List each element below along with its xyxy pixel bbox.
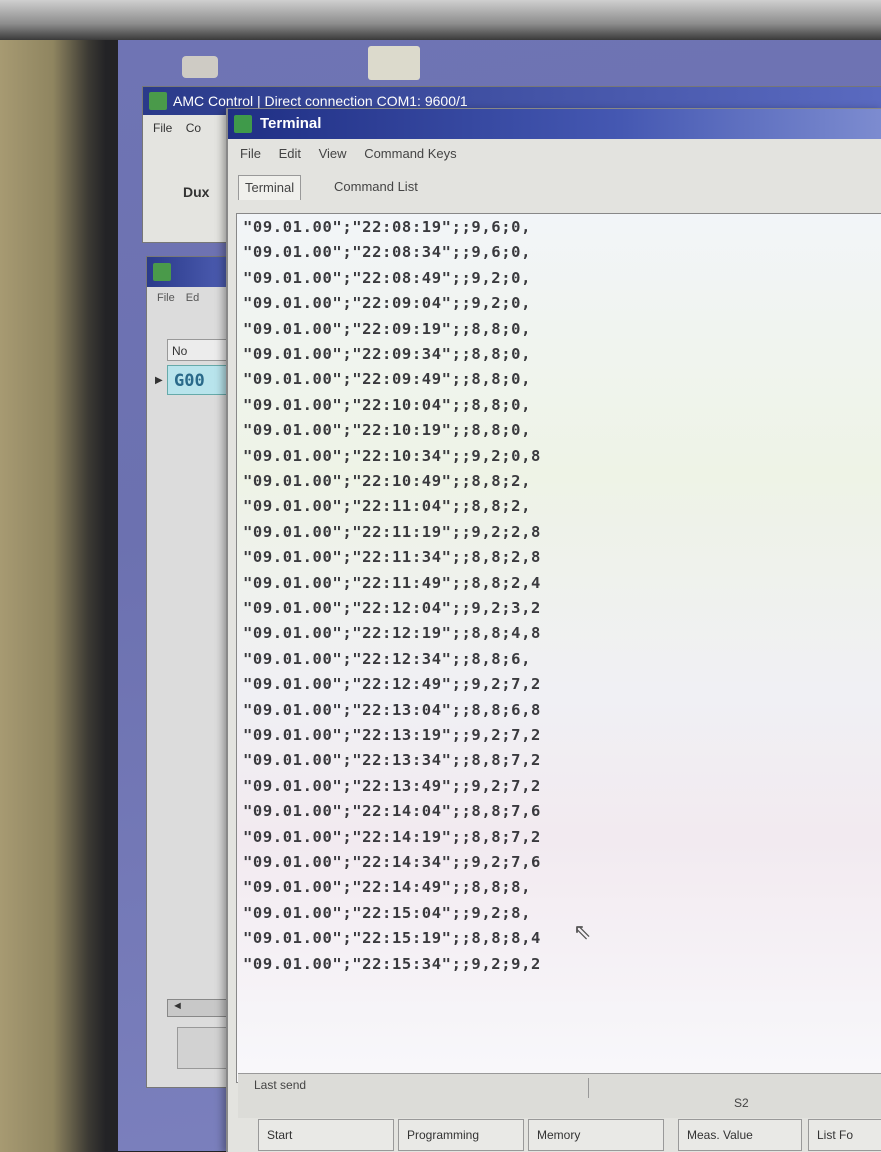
terminal-line: "09.01.00";"22:10:19";;8,8;0,	[243, 421, 532, 440]
app-icon	[153, 263, 171, 281]
terminal-titlebar[interactable]: Terminal	[228, 109, 881, 139]
menu-edit[interactable]: Edit	[279, 146, 301, 161]
app-icon	[149, 92, 167, 110]
terminal-line: "09.01.00";"22:11:49";;8,8;2,4	[243, 573, 541, 592]
status-divider	[588, 1078, 589, 1098]
terminal-line: "09.01.00";"22:08:19";;9,6;0,	[243, 218, 532, 236]
menu-file[interactable]: File	[153, 121, 172, 135]
monitor-bezel	[0, 0, 881, 40]
terminal-line: "09.01.00";"22:10:49";;8,8;2,	[243, 472, 532, 490]
terminal-line: "09.01.00";"22:12:49";;9,2;7,2	[243, 675, 541, 694]
terminal-line: "09.01.00";"22:15:19";;8,8;8,4	[243, 929, 541, 948]
button-bar: Start Programming Memory Meas. Value Lis…	[238, 1117, 881, 1152]
terminal-line: "09.01.00";"22:10:04";;8,8;0,	[243, 395, 532, 414]
terminal-line: "09.01.00";"22:14:04";;8,8;7,6	[243, 802, 541, 821]
terminal-line: "09.01.00";"22:11:04";;8,8;2,	[243, 497, 532, 516]
terminal-line: "09.01.00";"22:12:04";;9,2;3,2	[243, 599, 541, 617]
scroll-left-arrow-icon[interactable]: ◄	[172, 1000, 183, 1012]
terminal-line: "09.01.00";"22:09:19";;8,8;0,	[243, 319, 532, 338]
desktop-folder-icon[interactable]	[368, 46, 420, 80]
dux-label: Dux	[183, 184, 210, 200]
programming-button[interactable]: Programming	[398, 1119, 524, 1151]
terminal-line: "09.01.00";"22:15:04";;9,2;8,	[243, 903, 532, 922]
terminal-line: "09.01.00";"22:12:19";;8,8;4,8	[243, 624, 541, 643]
terminal-line: "09.01.00";"22:14:19";;8,8;7,2	[243, 827, 541, 846]
window-title: AMC Control | Direct connection COM1: 96…	[173, 93, 468, 109]
tab-terminal[interactable]: Terminal	[238, 175, 302, 200]
terminal-line: "09.01.00";"22:13:34";;8,8;7,2	[243, 751, 541, 770]
menu-edit[interactable]: Ed	[186, 292, 199, 304]
terminal-line: "09.01.00";"22:09:49";;8,8;0,	[243, 370, 532, 389]
mouse-pointer-icon: ⇖	[573, 919, 592, 944]
terminal-line: "09.01.00";"22:11:19";;9,2;2,8	[243, 522, 541, 541]
terminal-line: "09.01.00";"22:11:34";;8,8;2,8	[243, 548, 541, 567]
terminal-line: "09.01.00";"22:15:34";;9,2;9,2	[243, 954, 541, 973]
terminal-output[interactable]: ⇖ "09.01.00";"22:08:19";;9,6;0, "09.01.00…	[236, 213, 881, 1083]
meas-value-button[interactable]: Meas. Value	[678, 1119, 802, 1151]
menu-item[interactable]: Co	[186, 121, 201, 135]
status-bar: Last send S2	[238, 1073, 881, 1118]
terminal-line: "09.01.00";"22:08:49";;9,2;0,	[243, 268, 532, 287]
start-button[interactable]: Start	[258, 1119, 394, 1151]
terminal-line: "09.01.00";"22:13:49";;9,2;7,2	[243, 776, 541, 795]
terminal-line: "09.01.00";"22:12:34";;8,8;6,	[243, 649, 532, 668]
app-icon	[234, 115, 252, 133]
menu-file[interactable]: File	[240, 146, 261, 161]
terminal-line: "09.01.00";"22:13:19";;9,2;7,2	[243, 726, 541, 744]
terminal-menubar: File Edit View Command Keys	[228, 139, 881, 169]
menu-view[interactable]: View	[319, 146, 347, 161]
terminal-line: "09.01.00";"22:10:34";;9,2;0,8	[243, 446, 541, 465]
list-fo-button[interactable]: List Fo	[808, 1119, 881, 1151]
terminal-line: "09.01.00";"22:13:04";;8,8;6,8	[243, 700, 541, 719]
row-pointer-icon: ▶	[155, 375, 163, 386]
last-send-label: Last send	[254, 1078, 307, 1092]
status-value: S2	[734, 1096, 749, 1110]
menu-command-keys[interactable]: Command Keys	[364, 146, 456, 161]
tab-command-list[interactable]: Command List	[328, 175, 424, 199]
memory-button[interactable]: Memory	[528, 1119, 664, 1151]
terminal-line: "09.01.00";"22:09:34";;8,8;0,	[243, 345, 532, 363]
terminal-title: Terminal	[260, 115, 322, 132]
terminal-tabs: Terminal Command List	[228, 169, 881, 201]
desktop-icon[interactable]	[182, 56, 218, 78]
terminal-line: "09.01.00";"22:14:34";;9,2;7,6	[243, 853, 541, 871]
menu-file[interactable]: File	[157, 292, 175, 304]
terminal-line: "09.01.00";"22:08:34";;9,6;0,	[243, 243, 532, 262]
terminal-line: "09.01.00";"22:14:49";;8,8;8,	[243, 878, 532, 897]
terminal-line: "09.01.00";"22:09:04";;9,2;0,	[243, 294, 532, 313]
terminal-window: Terminal File Edit View Command Keys Ter…	[226, 108, 881, 1152]
